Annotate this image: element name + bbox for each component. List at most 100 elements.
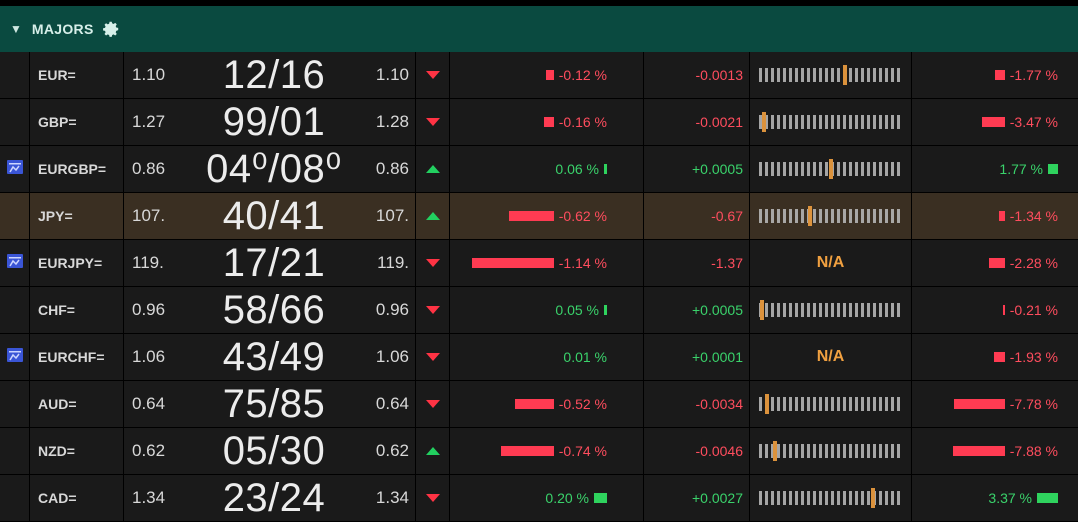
range-cell xyxy=(750,428,912,474)
quote-row[interactable]: CAD= 1.34 23/24 1.34 0.20 % +0.0027 3.37 % xyxy=(0,475,1078,522)
ric-code[interactable]: CHF= xyxy=(30,287,124,333)
chart-icon[interactable] xyxy=(6,252,24,275)
pct-change: -0.16 % xyxy=(558,114,607,130)
ytd-change-cell: -2.28 % xyxy=(912,240,1078,286)
arrow-down-icon xyxy=(416,475,450,521)
day-range-bar xyxy=(758,65,903,85)
ytd-change-bar xyxy=(994,70,1005,80)
chart-icon[interactable] xyxy=(6,158,24,181)
ric-code[interactable]: EUR= xyxy=(30,52,124,98)
gear-icon[interactable] xyxy=(102,20,120,38)
pct-change-bar xyxy=(514,399,554,409)
big-figure: 75/85 xyxy=(222,381,326,426)
day-range-bar xyxy=(758,112,903,132)
ric-code[interactable]: AUD= xyxy=(30,381,124,427)
pct-change: 0.05 % xyxy=(555,302,599,318)
arrow-up-icon xyxy=(416,193,450,239)
big-figure: 05/30 xyxy=(222,428,326,473)
day-range-bar xyxy=(758,441,903,461)
big-figure: 58/66 xyxy=(222,287,326,332)
quote-row[interactable]: EUR= 1.10 12/16 1.10 -0.12 % -0.0013 -1.77 % xyxy=(0,52,1078,99)
range-cell xyxy=(750,381,912,427)
ytd-change: -2.28 % xyxy=(1009,255,1058,271)
net-change: -0.67 xyxy=(644,193,750,239)
chart-link-cell[interactable] xyxy=(0,334,30,380)
ask-price: 0.86 xyxy=(364,146,416,192)
pct-change: -0.62 % xyxy=(558,208,607,224)
quote-row[interactable]: JPY= 107. 40/41 107. -0.62 % -0.67 -1.34 % xyxy=(0,193,1078,240)
arrow-down-icon xyxy=(416,52,450,98)
ytd-change: -1.93 % xyxy=(1009,349,1058,365)
big-figure: 40/41 xyxy=(222,193,326,238)
chart-link-cell[interactable] xyxy=(0,146,30,192)
big-figure: 04⁰/08⁰ xyxy=(206,147,342,191)
range-cell: N/A xyxy=(750,240,912,286)
ytd-change-bar xyxy=(1048,164,1058,174)
pct-change-cell: 0.20 % xyxy=(450,475,644,521)
majors-header[interactable]: ▼ MAJORS xyxy=(0,6,1078,52)
range-marker xyxy=(870,488,875,508)
ytd-change-cell: -1.93 % xyxy=(912,334,1078,380)
bid-price: 1.34 xyxy=(132,488,166,507)
big-figure: 99/01 xyxy=(222,99,326,144)
big-figure: 12/16 xyxy=(222,52,326,97)
quote-row[interactable]: EURGBP= 0.86 04⁰/08⁰ 0.86 0.06 % +0.0005 1.77 … xyxy=(0,146,1078,193)
net-change: -0.0021 xyxy=(644,99,750,145)
pct-change-bar xyxy=(594,493,607,503)
ytd-change-cell: -1.34 % xyxy=(912,193,1078,239)
quote-row[interactable]: GBP= 1.27 99/01 1.28 -0.16 % -0.0021 -3.47 % xyxy=(0,99,1078,146)
ric-code[interactable]: EURGBP= xyxy=(30,146,124,192)
section-title: MAJORS xyxy=(31,21,94,37)
ytd-change-bar xyxy=(1037,493,1058,503)
ric-code[interactable]: EURCHF= xyxy=(30,334,124,380)
ric-code[interactable]: JPY= xyxy=(30,193,124,239)
ask-price: 0.62 xyxy=(364,428,416,474)
pct-change-cell: -0.74 % xyxy=(450,428,644,474)
net-change: +0.0001 xyxy=(644,334,750,380)
quote-row[interactable]: CHF= 0.96 58/66 0.96 0.05 % +0.0005 -0.21 % xyxy=(0,287,1078,334)
ric-code[interactable]: GBP= xyxy=(30,99,124,145)
ytd-change: 3.37 % xyxy=(988,490,1032,506)
chart-icon[interactable] xyxy=(6,346,24,369)
ytd-change-bar xyxy=(981,117,1005,127)
ytd-change-bar xyxy=(1002,305,1005,315)
ytd-change-cell: -7.88 % xyxy=(912,428,1078,474)
range-marker xyxy=(828,159,833,179)
pct-change-bar xyxy=(545,70,554,80)
ytd-change: -3.47 % xyxy=(1009,114,1058,130)
range-na: N/A xyxy=(816,254,845,271)
quote-row[interactable]: EURCHF= 1.06 43/49 1.06 0.01 % +0.0001 N/A -1.9… xyxy=(0,334,1078,381)
chart-link-cell[interactable] xyxy=(0,240,30,286)
quote-row[interactable]: EURJPY= 119. 17/21 119. -1.14 % -1.37 N/A -2.28… xyxy=(0,240,1078,287)
day-range-bar xyxy=(758,159,903,179)
ric-code[interactable]: EURJPY= xyxy=(30,240,124,286)
pct-change-cell: -0.62 % xyxy=(450,193,644,239)
net-change: +0.0005 xyxy=(644,146,750,192)
chart-link-cell xyxy=(0,193,30,239)
pct-change-bar xyxy=(604,164,607,174)
arrow-down-icon xyxy=(416,287,450,333)
quote-row[interactable]: AUD= 0.64 75/85 0.64 -0.52 % -0.0034 -7.78 % xyxy=(0,381,1078,428)
ytd-change: -1.34 % xyxy=(1009,208,1058,224)
triangle-down-icon[interactable]: ▼ xyxy=(10,22,22,36)
arrow-down-icon xyxy=(416,334,450,380)
pct-change-bar xyxy=(604,305,607,315)
bid-price: 107. xyxy=(132,206,166,225)
ric-code[interactable]: CAD= xyxy=(30,475,124,521)
ask-price: 119. xyxy=(364,240,416,286)
ric-code[interactable]: NZD= xyxy=(30,428,124,474)
big-figure: 23/24 xyxy=(222,475,326,520)
pct-change-bar xyxy=(500,446,554,456)
ask-price: 1.28 xyxy=(364,99,416,145)
pct-change: 0.20 % xyxy=(545,490,589,506)
bid-price: 0.96 xyxy=(132,300,166,319)
chart-link-cell xyxy=(0,428,30,474)
arrow-down-icon xyxy=(416,240,450,286)
range-na: N/A xyxy=(816,348,845,365)
quote-row[interactable]: NZD= 0.62 05/30 0.62 -0.74 % -0.0046 -7.88 % xyxy=(0,428,1078,475)
pct-change: -0.52 % xyxy=(558,396,607,412)
range-cell xyxy=(750,475,912,521)
chart-link-cell xyxy=(0,99,30,145)
arrow-up-icon xyxy=(416,146,450,192)
ytd-change-cell: -0.21 % xyxy=(912,287,1078,333)
